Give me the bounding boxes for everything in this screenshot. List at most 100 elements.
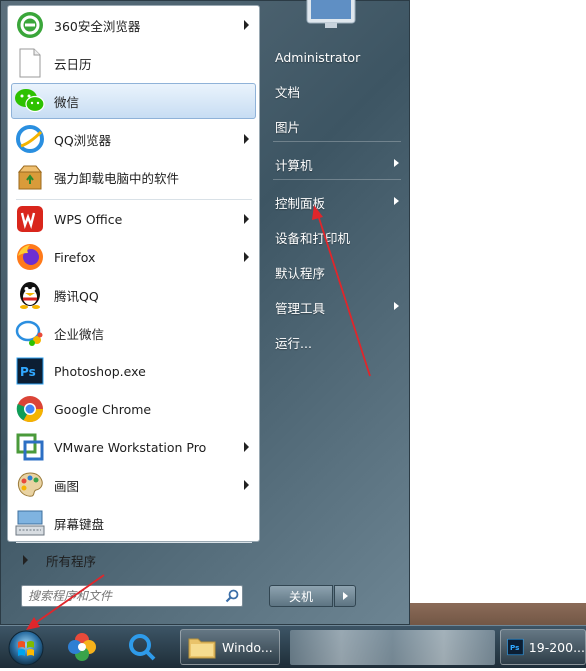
program-item-10[interactable]: Ps Photoshop.exe xyxy=(11,353,256,389)
arrow-right-icon xyxy=(342,592,348,600)
chrome-icon xyxy=(14,393,46,425)
taskbar-photoshop-task[interactable]: Ps 19-200... xyxy=(500,629,586,665)
vmware-icon xyxy=(14,431,46,463)
program-label: VMware Workstation Pro xyxy=(54,439,207,455)
blurred-taskbar-region xyxy=(290,630,495,665)
menu-separator xyxy=(16,199,252,200)
program-item-2[interactable]: 云日历 xyxy=(11,45,256,81)
right-link-label: 控制面板 xyxy=(275,195,326,211)
shutdown-label: 关机 xyxy=(288,589,313,604)
taskbar-pinwheel-app[interactable] xyxy=(64,631,100,663)
submenu-arrow-icon[interactable] xyxy=(244,214,249,224)
right-link-label: 默认程序 xyxy=(275,265,326,281)
program-item-1[interactable]: 360安全浏览器 xyxy=(11,7,256,43)
program-item-3[interactable]: 微信 xyxy=(11,83,256,119)
photoshop-task-label: 19-200... xyxy=(528,639,585,655)
programs-pane: 360安全浏览器 云日历微信 QQ浏览器强力卸载电脑中的软件 WPS Office Fi… xyxy=(7,5,260,569)
program-label: 屏幕键盘 xyxy=(54,516,105,532)
wechat-icon xyxy=(14,85,46,117)
program-item-8[interactable]: 腾讯QQ xyxy=(11,277,256,313)
paint-palette-icon xyxy=(14,469,46,501)
menu-separator xyxy=(273,179,401,180)
program-item-14[interactable]: 屏幕键盘 xyxy=(11,505,256,541)
right-link-3[interactable]: 图片 xyxy=(267,111,405,141)
right-link-8[interactable]: 管理工具 xyxy=(267,292,405,322)
taskbar-explorer-task[interactable]: Windo... xyxy=(180,629,280,665)
shutdown-button[interactable]: 关机 xyxy=(269,585,333,607)
blank-document-icon xyxy=(14,47,46,79)
wecom-icon xyxy=(14,317,46,349)
program-item-6[interactable]: WPS Office xyxy=(11,201,256,237)
right-link-label: 图片 xyxy=(275,119,301,135)
program-label: Firefox xyxy=(54,249,96,265)
right-link-2[interactable]: 文档 xyxy=(267,76,405,106)
program-item-13[interactable]: 画图 xyxy=(11,467,256,503)
photoshop-icon: Ps xyxy=(507,638,524,656)
right-link-5[interactable]: 控制面板 xyxy=(267,187,405,217)
submenu-arrow-icon[interactable] xyxy=(244,480,249,490)
submenu-arrow-icon[interactable] xyxy=(244,134,249,144)
program-label: Photoshop.exe xyxy=(54,363,146,379)
firefox-icon xyxy=(14,241,46,273)
program-label: 微信 xyxy=(54,94,80,110)
program-item-11[interactable]: Google Chrome xyxy=(11,391,256,427)
submenu-arrow-icon[interactable] xyxy=(244,20,249,30)
qq-penguin-icon xyxy=(14,279,46,311)
taskbar-search-app[interactable] xyxy=(124,631,160,663)
360-browser-icon xyxy=(14,9,46,41)
submenu-arrow-icon[interactable] xyxy=(394,159,399,167)
onscreen-keyboard-icon xyxy=(14,507,46,539)
program-item-5[interactable]: 强力卸载电脑中的软件 xyxy=(11,159,256,195)
right-link-6[interactable]: 设备和打印机 xyxy=(267,222,405,252)
magnifier-app-icon xyxy=(129,634,156,661)
program-label: 企业微信 xyxy=(54,326,105,342)
right-link-7[interactable]: 默认程序 xyxy=(267,257,405,287)
search-box[interactable] xyxy=(21,585,243,607)
right-link-label: 运行... xyxy=(275,335,312,351)
folder-icon xyxy=(188,638,216,659)
explorer-task-label: Windo... xyxy=(222,639,273,655)
svg-text:Ps: Ps xyxy=(510,643,519,652)
qq-browser-icon xyxy=(14,123,46,155)
svg-text:Ps: Ps xyxy=(20,365,36,379)
search-icon[interactable] xyxy=(222,587,242,605)
program-label: QQ浏览器 xyxy=(54,132,112,148)
submenu-arrow-icon[interactable] xyxy=(394,302,399,310)
right-link-1[interactable]: Administrator xyxy=(267,42,405,72)
submenu-arrow-icon[interactable] xyxy=(244,442,249,452)
wps-office-icon xyxy=(14,203,46,235)
all-programs-label: 所有程序 xyxy=(46,553,97,569)
windows-logo-icon xyxy=(8,630,44,666)
right-link-label: 计算机 xyxy=(275,157,313,173)
user-picture-icon[interactable] xyxy=(305,0,357,31)
program-label: 腾讯QQ xyxy=(54,288,99,304)
right-link-4[interactable]: 计算机 xyxy=(267,149,405,179)
program-label: 云日历 xyxy=(54,56,92,72)
right-link-9[interactable]: 运行... xyxy=(267,327,405,357)
start-button[interactable] xyxy=(6,629,46,667)
right-pane: Administrator 文档图片计算机控制面板设备和打印机 默认程序管理工具运行… xyxy=(261,0,409,621)
right-link-label: 设备和打印机 xyxy=(275,230,351,246)
program-label: 360安全浏览器 xyxy=(54,18,141,34)
right-link-label: Administrator xyxy=(275,49,361,65)
program-item-12[interactable]: VMware Workstation Pro xyxy=(11,429,256,465)
uninstall-box-icon xyxy=(14,161,46,193)
pinwheel-app-icon xyxy=(68,633,96,661)
right-link-label: 管理工具 xyxy=(275,300,326,316)
right-link-label: 文档 xyxy=(275,84,301,100)
shutdown-options-button[interactable] xyxy=(334,585,356,607)
menu-separator xyxy=(16,542,252,543)
program-label: 强力卸载电脑中的软件 xyxy=(54,170,180,186)
program-item-9[interactable]: 企业微信 xyxy=(11,315,256,351)
arrow-right-icon xyxy=(23,555,28,565)
all-programs-button[interactable]: 所有程序 xyxy=(11,547,256,573)
program-label: WPS Office xyxy=(54,211,123,227)
program-item-4[interactable]: QQ浏览器 xyxy=(11,121,256,157)
menu-separator xyxy=(273,141,401,142)
submenu-arrow-icon[interactable] xyxy=(394,197,399,205)
program-label: Google Chrome xyxy=(54,401,152,417)
search-input[interactable] xyxy=(22,586,222,606)
program-item-7[interactable]: Firefox xyxy=(11,239,256,275)
submenu-arrow-icon[interactable] xyxy=(244,252,249,262)
program-label: 画图 xyxy=(54,478,80,494)
